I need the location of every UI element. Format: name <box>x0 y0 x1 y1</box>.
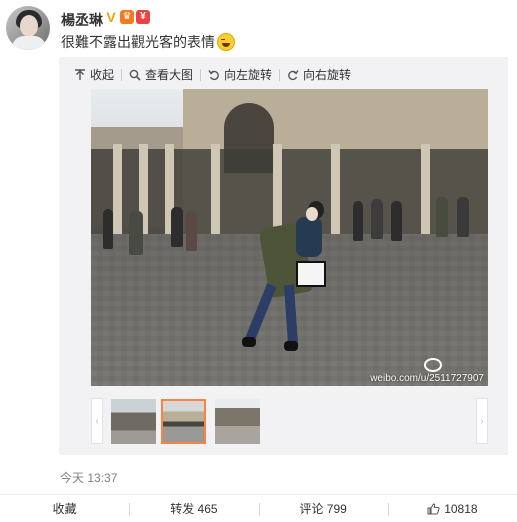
toolbar-divider <box>200 68 202 81</box>
thumbnail-1[interactable] <box>111 399 156 444</box>
toolbar-divider <box>121 68 123 81</box>
media-toolbar: 收起 查看大图 向左旋转 向右旋转 <box>74 66 351 83</box>
user-badges: V ♛ ¥ <box>104 10 150 24</box>
thumbnail-3[interactable] <box>215 399 260 444</box>
rotate-right-label: 向右旋转 <box>303 68 352 82</box>
repost-button[interactable]: 转发 465 <box>129 495 258 522</box>
view-large-button[interactable]: 查看大图 <box>129 66 193 83</box>
thumbnail-2-selected[interactable] <box>161 399 206 444</box>
avatar[interactable] <box>6 6 50 50</box>
vip-icon[interactable]: ♛ <box>120 10 134 24</box>
favorite-label: 收藏 <box>52 502 77 516</box>
laughing-emoji-icon <box>217 33 235 51</box>
comment-button[interactable]: 评论 799 <box>258 495 388 522</box>
post-timestamp[interactable]: 今天 13:37 <box>60 469 117 486</box>
collapse-label: 收起 <box>90 68 115 82</box>
favorite-button[interactable]: 收藏 <box>0 495 129 522</box>
like-button[interactable]: 10818 <box>387 495 517 522</box>
like-count: 10818 <box>444 501 478 516</box>
photo-watermark: weibo.com/u/2511727907 <box>370 373 484 384</box>
comment-label: 评论 799 <box>299 502 347 516</box>
post-photo[interactable]: weibo.com/u/2511727907 <box>91 89 488 386</box>
rotate-left-label: 向左旋转 <box>224 68 273 82</box>
thumbnail-next-button[interactable]: › <box>476 398 488 444</box>
verified-icon[interactable]: V <box>104 10 118 24</box>
chevron-left-icon: ‹ <box>95 415 99 427</box>
chevron-right-icon: › <box>480 415 484 427</box>
photo-subject <box>242 201 326 361</box>
post-text-content: 很難不露出觀光客的表情 <box>61 34 215 50</box>
rotate-right-icon <box>288 69 299 80</box>
rotate-right-button[interactable]: 向右旋转 <box>287 66 351 83</box>
magnifier-icon <box>129 69 141 81</box>
view-large-label: 查看大图 <box>145 68 194 82</box>
weibo-logo-icon <box>424 358 442 372</box>
repost-label: 转发 465 <box>170 502 218 516</box>
collapse-button[interactable]: 收起 <box>74 66 114 83</box>
collapse-icon <box>75 68 85 80</box>
post-actions-bar: 收藏 转发 465 评论 799 10818 <box>0 494 517 522</box>
thumbs-up-icon <box>427 502 440 514</box>
username[interactable]: 楊丞琳 <box>61 10 103 30</box>
post-text: 很難不露出觀光客的表情 <box>61 32 235 52</box>
rotate-left-icon <box>208 69 219 80</box>
post-header: 楊丞琳 V ♛ ¥ 很難不露出觀光客的表情 <box>0 0 517 60</box>
rotate-left-button[interactable]: 向左旋转 <box>208 66 272 83</box>
red-packet-icon[interactable]: ¥ <box>136 10 150 24</box>
thumbnail-prev-button[interactable]: ‹ <box>91 398 103 444</box>
toolbar-divider <box>279 68 281 81</box>
